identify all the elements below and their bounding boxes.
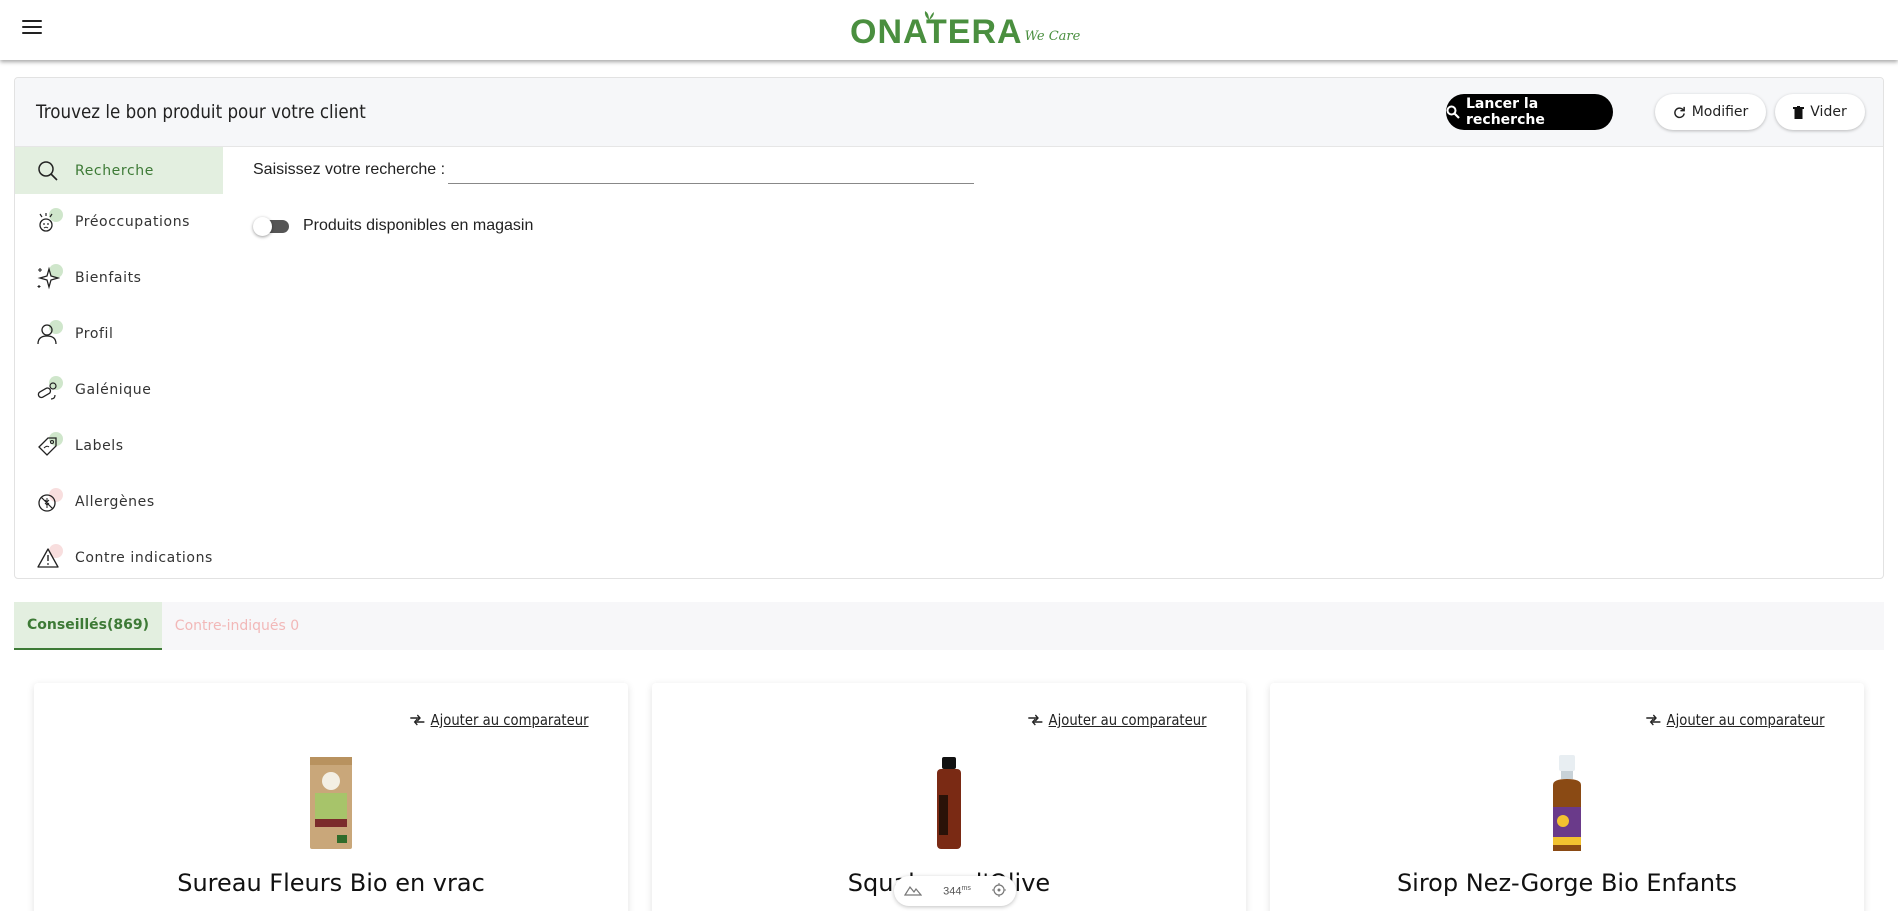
sidebar-item-search[interactable]: Recherche	[15, 147, 223, 194]
target-icon	[991, 882, 1006, 900]
product-image[interactable]	[309, 755, 353, 851]
product-name[interactable]: Sureau Fleurs Bio en vrac	[34, 869, 628, 897]
sidebar-item-allergens[interactable]: Allergènes	[15, 474, 223, 530]
logo-tagline: We Care	[1024, 29, 1081, 44]
search-button-label: Lancer la recherche	[1466, 96, 1545, 128]
search-button[interactable]: Lancer la recherche	[1446, 94, 1613, 130]
search-area: Saisissez votre recherche : Produits dis…	[239, 147, 1883, 577]
search-panel: Trouvez le bon produit pour votre client…	[14, 77, 1884, 579]
panel-header: Trouvez le bon produit pour votre client…	[15, 78, 1883, 147]
compare-label: Ajouter au comparateur	[1049, 711, 1207, 729]
trash-icon	[1793, 105, 1805, 119]
compare-label: Ajouter au comparateur	[1667, 711, 1825, 729]
compare-arrows-icon	[1646, 714, 1662, 726]
sidebar-item-label: Labels	[75, 438, 124, 454]
top-bar: ONATERA We Care	[0, 0, 1898, 60]
product-card[interactable]: Ajouter au comparateur Sirop Nez-Gorge B…	[1270, 683, 1864, 911]
sidebar-item-label: Galénique	[75, 382, 152, 398]
add-to-comparator-link[interactable]: Ajouter au comparateur	[1028, 711, 1207, 729]
concerns-icon	[35, 208, 63, 235]
product-image[interactable]	[929, 755, 969, 851]
latency-value: 344	[943, 885, 962, 898]
product-card[interactable]: Ajouter au comparateur Sureau Fleurs Bio…	[34, 683, 628, 911]
sparkle-icon	[35, 264, 63, 291]
filter-sidebar: Recherche Préoccupations Bienfaits Profi…	[15, 147, 223, 586]
sidebar-item-contraindications[interactable]: Contre indications	[15, 530, 223, 586]
add-to-comparator-link[interactable]: Ajouter au comparateur	[1646, 711, 1825, 729]
modify-button-label: Modifier	[1691, 104, 1749, 120]
sidebar-item-benefits[interactable]: Bienfaits	[15, 250, 223, 306]
user-icon	[35, 320, 63, 347]
clear-button-label: Vider	[1810, 104, 1847, 120]
compare-arrows-icon	[1028, 714, 1044, 726]
modify-button[interactable]: Modifier	[1655, 94, 1766, 130]
logo[interactable]: ONATERA We Care	[850, 10, 1080, 52]
sidebar-item-label: Allergènes	[75, 494, 155, 510]
panel-title: Trouvez le bon produit pour votre client	[36, 101, 366, 123]
warning-icon	[35, 544, 63, 571]
product-image[interactable]	[1545, 755, 1589, 855]
in-store-toggle-label: Produits disponibles en magasin	[303, 217, 534, 234]
compare-label: Ajouter au comparateur	[431, 711, 589, 729]
search-input[interactable]	[448, 156, 974, 184]
compare-arrows-icon	[410, 714, 426, 726]
tab-contraindicated[interactable]: Contre-indiqués 0	[162, 602, 312, 650]
search-icon	[1446, 105, 1460, 119]
product-name[interactable]: Sirop Nez-Gorge Bio Enfants	[1270, 869, 1864, 897]
sidebar-item-labels[interactable]: Labels	[15, 418, 223, 474]
capsule-icon	[35, 376, 63, 403]
sidebar-item-label: Bienfaits	[75, 270, 142, 286]
allergen-icon	[35, 488, 63, 515]
sidebar-item-label: Recherche	[75, 162, 154, 179]
refresh-icon	[1673, 106, 1686, 119]
menu-icon[interactable]	[22, 20, 42, 36]
mountain-icon	[904, 884, 923, 899]
tag-icon	[35, 432, 63, 459]
leaf-icon	[924, 11, 934, 20]
logo-text: ONATERA	[850, 13, 1023, 51]
latency-readout: 344ms	[943, 885, 971, 898]
results-tabs: Conseillés(869) Contre-indiqués 0	[14, 602, 1884, 650]
latency-unit: ms	[961, 884, 971, 892]
performance-widget[interactable]: 344ms	[894, 876, 1016, 906]
sidebar-item-label: Contre indications	[75, 550, 213, 566]
tab-recommended[interactable]: Conseillés(869)	[14, 602, 162, 650]
sidebar-item-label: Profil	[75, 326, 114, 342]
search-label: Saisissez votre recherche :	[253, 161, 446, 178]
sidebar-item-concerns[interactable]: Préoccupations	[15, 194, 223, 250]
sidebar-item-galenic[interactable]: Galénique	[15, 362, 223, 418]
sidebar-item-profile[interactable]: Profil	[15, 306, 223, 362]
add-to-comparator-link[interactable]: Ajouter au comparateur	[410, 711, 589, 729]
search-icon	[35, 158, 61, 184]
sidebar-item-label: Préoccupations	[75, 214, 191, 230]
clear-button[interactable]: Vider	[1775, 94, 1865, 130]
in-store-toggle[interactable]	[253, 217, 291, 236]
